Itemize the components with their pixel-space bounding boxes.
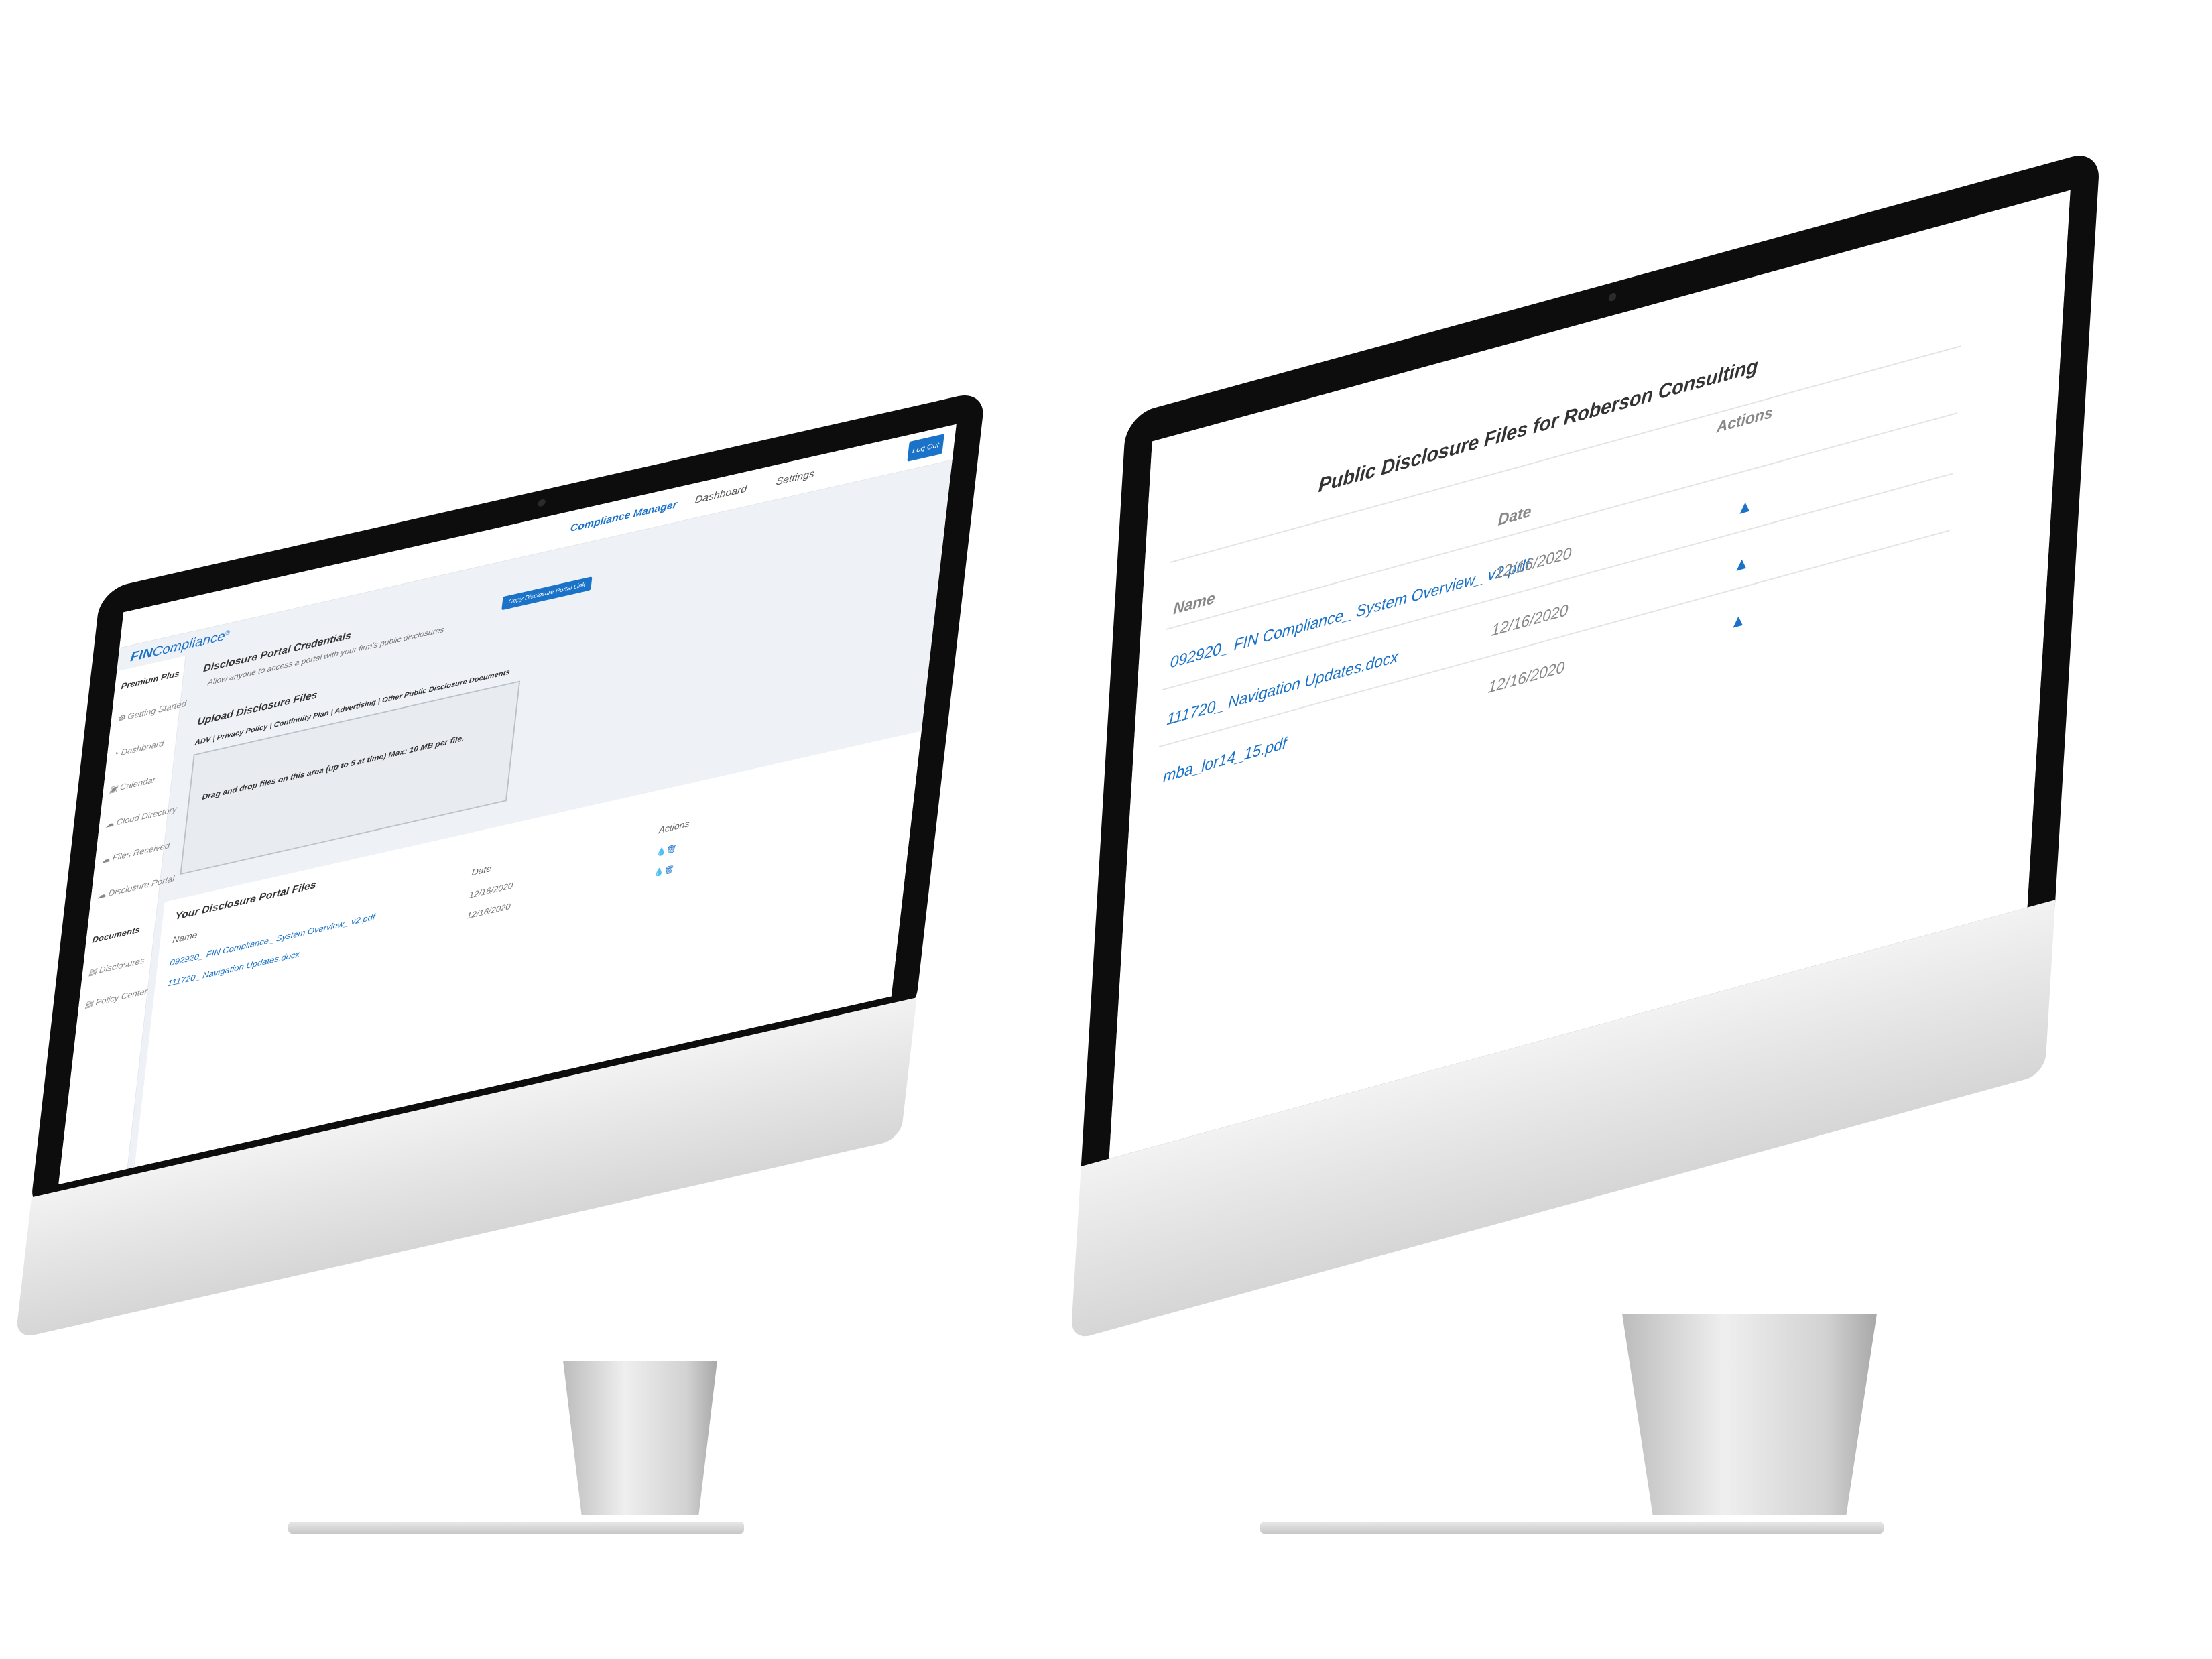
table-divider [1170,345,1961,564]
document-icon: ▤ [88,965,100,977]
dropzone-instructions: Drag and drop files on this area (up to … [201,733,465,802]
camera [537,498,546,507]
download-icon[interactable]: ▲ [1729,608,1747,633]
file-actions[interactable]: 💧🗑 [656,844,677,858]
sidebar-item-dashboard[interactable]: ◔ Dashboard [113,738,164,759]
col-actions: Actions [658,818,690,836]
page-title: Public Disclosure Files for Roberson Con… [1318,354,1759,497]
calendar-icon: ▣ [109,782,121,794]
nav-dashboard[interactable]: Dashboard [694,483,747,506]
file-actions[interactable]: 💧🗑 [654,864,675,878]
file-date: 12/16/2020 [1491,601,1569,640]
sidebar-item-calendar[interactable]: ▣ Calendar [109,774,156,794]
sidebar-item-getting-started[interactable]: ⚙ Getting Started [117,698,186,724]
sidebar-item-disclosures[interactable]: ▤ Disclosures [88,955,145,978]
cloud-icon: ☁ [105,817,117,830]
logout-button[interactable]: Log Out [907,434,944,462]
col-date: Date [471,863,492,878]
sidebar-item-files-received[interactable]: ☁ Files Received [101,840,170,865]
sidebar-item-disclosure-portal[interactable]: ☁ Disclosure Portal [97,873,175,901]
sidebar-item-cloud-directory[interactable]: ☁ Cloud Directory [105,804,177,831]
copy-portal-link-button[interactable]: Copy Disclosure Portal Link [501,576,593,611]
cloud-icon: ☁ [101,853,113,865]
files-title: Your Disclosure Portal Files [174,879,317,922]
file-date: 12/16/2020 [469,880,513,900]
col-name: Name [1172,589,1216,619]
sidebar-item-policy-center[interactable]: ▤ Policy Center [84,986,148,1010]
download-icon[interactable]: ▲ [1736,494,1754,519]
cloud-icon: ☁ [97,888,109,901]
imac-left-stand [563,1361,717,1515]
imac-left-stand-base [288,1522,744,1534]
col-actions: Actions [1716,403,1774,437]
file-date: 12/16/2020 [466,901,511,921]
sidebar-plan: Premium Plus [120,668,180,691]
imac-right-stand-base [1260,1522,1884,1534]
sidebar-documents-header: Documents [91,924,141,945]
file-date: 12/16/2020 [1487,658,1565,697]
download-icon[interactable]: ▲ [1733,551,1750,576]
table-divider [1166,412,1957,631]
nav-settings[interactable]: Settings [776,468,815,489]
imac-right-stand [1622,1314,1877,1515]
col-date: Date [1497,502,1532,530]
file-link[interactable]: mba_lor14_15.pdf [1163,734,1287,786]
file-date: 12/16/2020 [1494,544,1573,583]
table-divider [1162,473,1953,691]
cog-icon: ⚙ [117,711,129,724]
document-icon: ▤ [84,997,97,1010]
camera [1608,292,1617,302]
col-name: Name [172,930,198,946]
